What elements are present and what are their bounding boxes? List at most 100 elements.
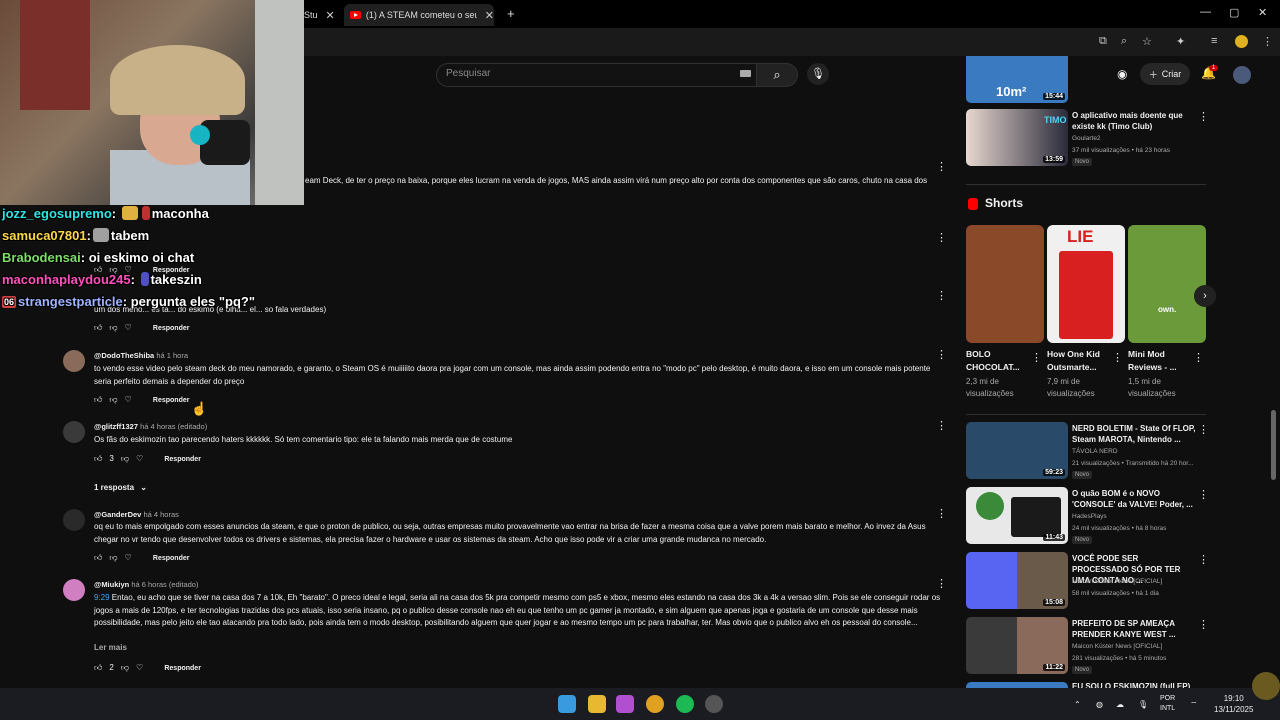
video-thumbnail[interactable]: TIMO 13:59 (966, 109, 1068, 166)
dislike-icon[interactable]: 👎︎ (121, 663, 129, 673)
media-control-icon[interactable]: ≡ (1211, 35, 1217, 47)
like-icon[interactable]: 👍︎ (94, 323, 102, 333)
tab-active[interactable]: (1) A STEAM cometeu o seu MA ✕ (344, 4, 494, 26)
heart-icon[interactable]: ♡ (125, 395, 132, 404)
like-icon[interactable]: 👍︎ (94, 553, 102, 563)
avatar[interactable] (63, 509, 85, 531)
comment-time[interactable]: há 6 horas (editado) (131, 580, 198, 589)
channel-name[interactable]: TÁVOLA NERD (1072, 448, 1118, 455)
new-tab-button[interactable]: + (507, 6, 515, 21)
keyboard-language[interactable]: POR INTL (1160, 694, 1175, 714)
video-thumbnail[interactable]: 59:23 (966, 422, 1068, 479)
dislike-icon[interactable]: 👎︎ (109, 323, 117, 333)
video-menu-icon[interactable]: ⋮ (1198, 618, 1209, 631)
replies-toggle[interactable]: 1 resposta ⌄ (94, 483, 147, 492)
short-title[interactable]: How One Kid Outsmarte... (1047, 348, 1115, 374)
chrome-icon[interactable] (646, 695, 664, 713)
comment-menu-icon[interactable]: ⋮ (936, 577, 947, 590)
comment-time[interactable]: há 4 horas (editado) (140, 422, 207, 431)
close-icon[interactable]: ✕ (326, 9, 335, 22)
like-icon[interactable]: 👍︎ (94, 454, 102, 464)
reply-button[interactable]: Responder (153, 325, 190, 332)
windows-start-icon[interactable] (558, 695, 576, 713)
tab-previous[interactable]: Stu ✕ (304, 4, 344, 26)
avatar[interactable] (63, 579, 85, 601)
heart-icon[interactable]: ♡ (125, 553, 132, 562)
video-thumbnail[interactable]: 10m² 15:44 (966, 56, 1068, 103)
heart-icon[interactable]: ♡ (125, 323, 132, 332)
video-thumbnail[interactable]: 11:22 (966, 617, 1068, 674)
video-menu-icon[interactable]: ⋮ (1198, 423, 1209, 436)
short-title[interactable]: BOLO CHOCOLAT... (966, 348, 1034, 374)
profile-avatar-icon[interactable] (1235, 35, 1248, 48)
tray-app-icon[interactable]: ◍ (1096, 700, 1103, 709)
account-avatar[interactable] (1233, 66, 1251, 84)
system-clock[interactable]: 19:10 13/11/2025 (1214, 693, 1253, 715)
cloud-icon[interactable]: ☁ (1116, 700, 1124, 709)
short-thumbnail[interactable]: own. (1128, 225, 1206, 343)
reply-button[interactable]: Responder (153, 555, 190, 562)
short-thumbnail[interactable] (966, 225, 1044, 343)
bookmark-star-icon[interactable]: ☆ (1142, 35, 1152, 48)
dislike-icon[interactable]: 👎︎ (109, 553, 117, 563)
video-timestamp-link[interactable]: 9:29 (94, 593, 110, 602)
short-menu-icon[interactable]: ⋮ (1031, 351, 1042, 364)
dislike-icon[interactable]: 👎︎ (109, 395, 117, 405)
video-thumbnail[interactable]: 15:08 (966, 552, 1068, 609)
comment-author[interactable]: @Miukiyn (94, 580, 129, 589)
search-input[interactable]: Pesquisar (446, 68, 490, 79)
close-window-icon[interactable]: ✕ (1258, 6, 1267, 19)
read-more-link[interactable]: Ler mais (94, 642, 127, 655)
comment-menu-icon[interactable]: ⋮ (936, 419, 947, 432)
minimize-icon[interactable]: — (1200, 6, 1211, 18)
browser-menu-icon[interactable]: ⋮ (1262, 35, 1273, 48)
heart-icon[interactable]: ♡ (136, 454, 143, 463)
video-title[interactable]: NERD BOLETIM - State Of FLOP, Steam MARO… (1072, 423, 1197, 445)
comment-menu-icon[interactable]: ⋮ (936, 289, 947, 302)
short-title[interactable]: Mini Mod Reviews - ... (1128, 348, 1196, 374)
video-menu-icon[interactable]: ⋮ (1198, 110, 1209, 123)
like-icon[interactable]: 👍︎ (94, 395, 102, 405)
avatar[interactable] (63, 350, 85, 372)
comment-author[interactable]: @GanderDev (94, 510, 141, 519)
video-title[interactable]: O aplicativo mais doente que existe kk (… (1072, 110, 1197, 132)
heart-icon[interactable]: ♡ (136, 663, 143, 672)
channel-name[interactable]: Maicon Küster News [OFICIAL] (1072, 578, 1162, 585)
comment-menu-icon[interactable]: ⋮ (936, 160, 947, 173)
keyboard-icon[interactable] (740, 70, 751, 77)
comment-menu-icon[interactable]: ⋮ (936, 507, 947, 520)
create-button[interactable]: ＋ Criar (1140, 63, 1190, 85)
eye-icon[interactable]: ◉ (1117, 67, 1127, 81)
video-title[interactable]: PREFEITO DE SP AMEAÇA PRENDER KANYE WEST… (1072, 618, 1197, 640)
comment-author[interactable]: @DodoTheShiba (94, 351, 154, 360)
comment-author[interactable]: @glitzff1327 (94, 422, 138, 431)
video-title[interactable]: O quão BOM é o NOVO 'CONSOLE' da VALVE! … (1072, 488, 1197, 510)
channel-name[interactable]: Maicon Küster News [OFICIAL] (1072, 643, 1162, 650)
reply-button[interactable]: Responder (153, 397, 190, 404)
chevron-right-icon[interactable]: › (1194, 285, 1216, 307)
like-icon[interactable]: 👍︎ (94, 663, 102, 673)
video-menu-icon[interactable]: ⋮ (1198, 553, 1209, 566)
obs-icon[interactable] (705, 695, 723, 713)
avatar[interactable] (63, 421, 85, 443)
scrollbar-thumb[interactable] (1271, 410, 1276, 480)
discord-icon[interactable] (616, 695, 634, 713)
chevron-up-icon[interactable]: ⌃ (1074, 700, 1081, 709)
short-thumbnail[interactable]: LIE (1047, 225, 1125, 343)
channel-name[interactable]: HadesPlays (1072, 513, 1107, 520)
close-icon[interactable]: ✕ (485, 9, 494, 22)
short-menu-icon[interactable]: ⋮ (1112, 351, 1123, 364)
comment-menu-icon[interactable]: ⋮ (936, 348, 947, 361)
short-menu-icon[interactable]: ⋮ (1193, 351, 1204, 364)
comment-time[interactable]: há 4 horas (143, 510, 178, 519)
reply-button[interactable]: Responder (164, 665, 201, 672)
extensions-icon[interactable]: ✦ (1176, 35, 1185, 48)
comment-menu-icon[interactable]: ⋮ (936, 231, 947, 244)
video-menu-icon[interactable]: ⋮ (1198, 488, 1209, 501)
video-thumbnail[interactable]: 11:43 (966, 487, 1068, 544)
voice-search-button[interactable]: 🎙 (807, 63, 829, 85)
zoom-icon[interactable]: ⌕ (1121, 35, 1127, 48)
spotify-icon[interactable] (676, 695, 694, 713)
mic-icon[interactable]: 🎙 (1138, 700, 1148, 709)
reply-button[interactable]: Responder (164, 456, 201, 463)
